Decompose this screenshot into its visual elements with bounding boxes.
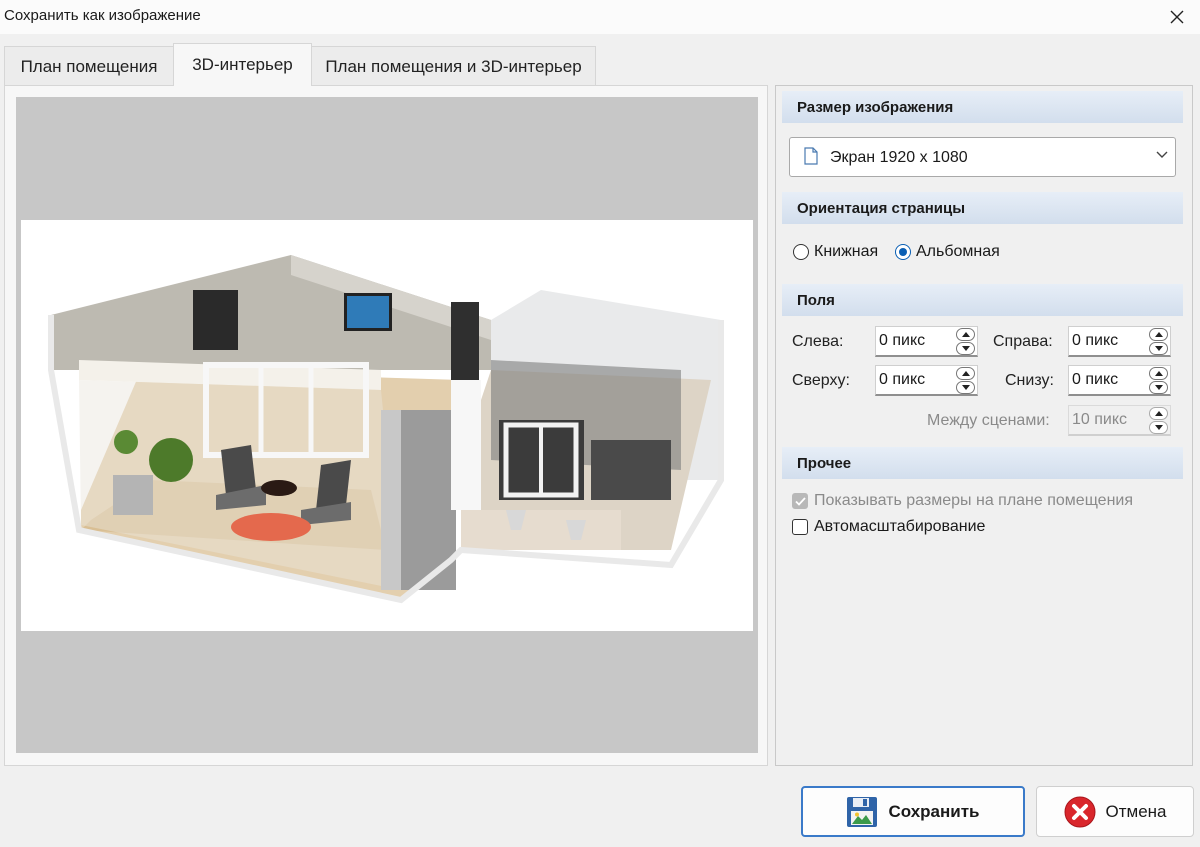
- arrow-down-icon: [1154, 385, 1163, 390]
- room-3d-illustration: [48, 255, 724, 604]
- margin-bottom-label: Снизу:: [1005, 372, 1054, 389]
- section-header-other: Прочее: [782, 447, 1183, 479]
- show-dimensions-label: Показывать размеры на плане помещения: [814, 492, 1134, 509]
- close-icon: [1170, 10, 1184, 24]
- save-button-label: Сохранить: [888, 801, 980, 821]
- tab-label: План помещения и 3D-интерьер: [325, 56, 582, 76]
- cancel-x-circle-icon: [1064, 796, 1095, 827]
- radio-landscape[interactable]: Альбомная: [895, 243, 1000, 261]
- margin-right-value: 0 пикс: [1072, 332, 1119, 349]
- between-scenes-down: [1149, 421, 1168, 434]
- preview-3d-render: [21, 220, 753, 631]
- radio-landscape-button[interactable]: [895, 244, 911, 260]
- cancel-button-label: Отмена: [1105, 801, 1167, 821]
- section-header-margins: Поля: [782, 284, 1183, 316]
- margin-bottom-value: 0 пикс: [1072, 371, 1119, 388]
- margin-left-up[interactable]: [956, 328, 975, 341]
- tab-label: План помещения: [20, 56, 158, 76]
- margin-top-field[interactable]: 0 пикс: [875, 365, 978, 396]
- arrow-up-icon: [1154, 411, 1163, 416]
- margin-top-up[interactable]: [956, 367, 975, 380]
- cancel-button[interactable]: Отмена: [1036, 786, 1194, 837]
- margin-left-field[interactable]: 0 пикс: [875, 326, 978, 357]
- between-scenes-field: 10 пикс: [1068, 405, 1171, 436]
- arrow-down-icon: [1154, 425, 1163, 430]
- margin-bottom-field[interactable]: 0 пикс: [1068, 365, 1171, 396]
- margin-left-value: 0 пикс: [879, 332, 926, 349]
- radio-portrait-label: Книжная: [814, 243, 879, 260]
- tab-label: 3D-интерьер: [192, 55, 293, 74]
- arrow-up-icon: [961, 332, 970, 337]
- section-header-image-size: Размер изображения: [782, 91, 1183, 123]
- margin-left-label: Слева:: [792, 333, 844, 350]
- radio-portrait-button[interactable]: [793, 244, 809, 260]
- arrow-down-icon: [961, 385, 970, 390]
- show-dimensions-checkbox: [792, 493, 808, 509]
- margin-right-label: Справа:: [993, 333, 1053, 350]
- radio-landscape-label: Альбомная: [916, 243, 1000, 260]
- tab-3d-interior[interactable]: 3D-интерьер: [173, 43, 312, 86]
- margin-top-down[interactable]: [956, 381, 975, 394]
- margin-left-down[interactable]: [956, 342, 975, 355]
- between-scenes-label: Между сценами:: [927, 412, 1050, 429]
- image-size-value: Экран 1920 x 1080: [830, 149, 968, 166]
- show-dimensions-option: Показывать размеры на плане помещения: [792, 492, 1133, 510]
- margin-bottom-up[interactable]: [1149, 367, 1168, 380]
- checkmark-icon: [794, 496, 806, 506]
- close-button[interactable]: [1154, 0, 1200, 34]
- radio-portrait[interactable]: Книжная: [793, 243, 878, 261]
- margin-bottom-down[interactable]: [1149, 381, 1168, 394]
- title-bar: Сохранить как изображение: [0, 0, 1200, 34]
- margin-top-value: 0 пикс: [879, 371, 926, 388]
- image-size-select[interactable]: Экран 1920 x 1080: [789, 137, 1176, 177]
- arrow-down-icon: [961, 346, 970, 351]
- autoscale-option[interactable]: Автомасштабирование: [792, 518, 985, 536]
- section-header-orientation: Ориентация страницы: [782, 192, 1183, 224]
- window-title: Сохранить как изображение: [4, 7, 201, 24]
- between-scenes-value: 10 пикс: [1072, 411, 1128, 428]
- autoscale-label: Автомасштабирование: [814, 518, 986, 535]
- margin-right-field[interactable]: 0 пикс: [1068, 326, 1171, 357]
- margin-right-down[interactable]: [1149, 342, 1168, 355]
- chevron-down-icon: [1156, 151, 1168, 158]
- margin-top-label: Сверху:: [792, 372, 850, 389]
- arrow-up-icon: [1154, 371, 1163, 376]
- tab-floor-plan[interactable]: План помещения: [4, 46, 174, 86]
- tab-floor-plan-and-3d[interactable]: План помещения и 3D-интерьер: [311, 46, 596, 86]
- save-button[interactable]: Сохранить: [801, 786, 1025, 837]
- document-icon: [804, 147, 818, 165]
- floppy-disk-icon: [847, 796, 878, 827]
- between-scenes-up: [1149, 407, 1168, 420]
- margin-right-up[interactable]: [1149, 328, 1168, 341]
- arrow-up-icon: [1154, 332, 1163, 337]
- autoscale-checkbox[interactable]: [792, 519, 808, 535]
- arrow-up-icon: [961, 371, 970, 376]
- arrow-down-icon: [1154, 346, 1163, 351]
